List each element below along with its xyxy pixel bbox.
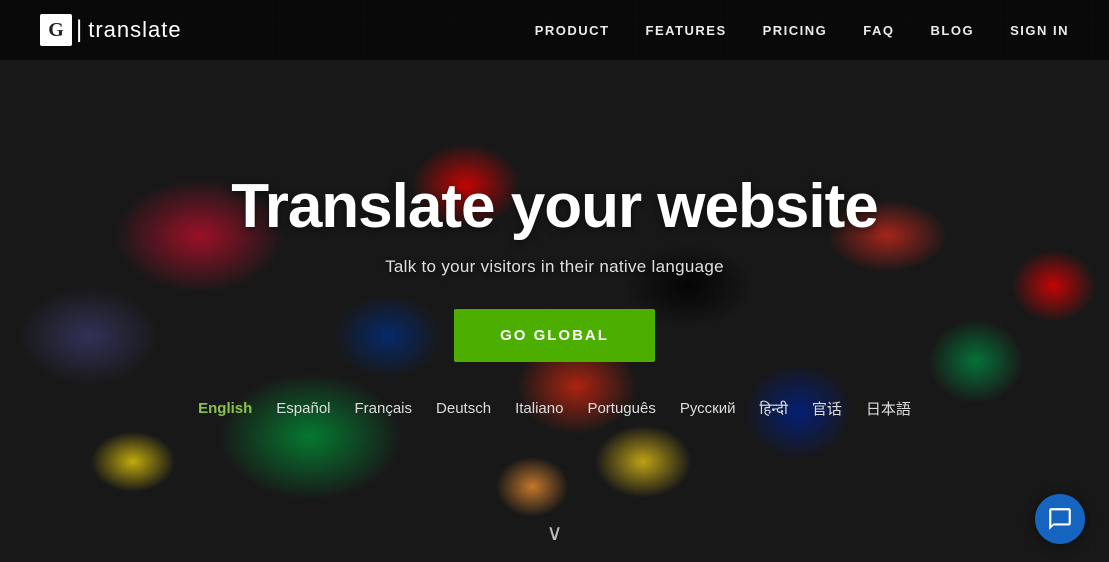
lang-japanese[interactable]: 日本語	[866, 398, 911, 419]
hero-title: Translate your website	[231, 173, 877, 241]
nav-features[interactable]: FEATURES	[646, 23, 727, 38]
lang-russian[interactable]: Русский	[680, 400, 736, 417]
hero-section: G | translate PRODUCT FEATURES PRICING F…	[0, 0, 1109, 562]
logo-pipe: |	[76, 16, 82, 44]
logo[interactable]: G | translate	[40, 14, 182, 46]
lang-italiano[interactable]: Italiano	[515, 400, 563, 417]
scroll-arrow[interactable]: ∨	[546, 520, 562, 546]
signin-button[interactable]: SIGN IN	[1010, 23, 1069, 38]
navbar: G | translate PRODUCT FEATURES PRICING F…	[0, 0, 1109, 60]
nav-faq[interactable]: FAQ	[863, 23, 894, 38]
logo-g-letter: G	[40, 14, 72, 46]
nav-pricing[interactable]: PRICING	[763, 23, 828, 38]
lang-english[interactable]: English	[198, 400, 252, 417]
language-links: English Español Français Deutsch Italian…	[198, 398, 911, 419]
nav-blog[interactable]: BLOG	[931, 23, 975, 38]
lang-espanol[interactable]: Español	[276, 400, 330, 417]
lang-deutsch[interactable]: Deutsch	[436, 400, 491, 417]
chat-icon	[1047, 506, 1073, 532]
nav-links: PRODUCT FEATURES PRICING FAQ BLOG SIGN I…	[535, 23, 1069, 38]
nav-product[interactable]: PRODUCT	[535, 23, 610, 38]
chat-support-button[interactable]	[1035, 494, 1085, 544]
lang-portugues[interactable]: Português	[587, 400, 655, 417]
go-global-button[interactable]: GO GLOBAL	[454, 309, 655, 362]
lang-chinese[interactable]: 官话	[812, 398, 842, 419]
hero-content: Translate your website Talk to your visi…	[198, 143, 911, 419]
hero-subtitle: Talk to your visitors in their native la…	[385, 257, 724, 277]
logo-name: translate	[88, 17, 181, 43]
lang-francais[interactable]: Français	[355, 400, 413, 417]
lang-hindi[interactable]: हिन्दी	[760, 399, 788, 419]
